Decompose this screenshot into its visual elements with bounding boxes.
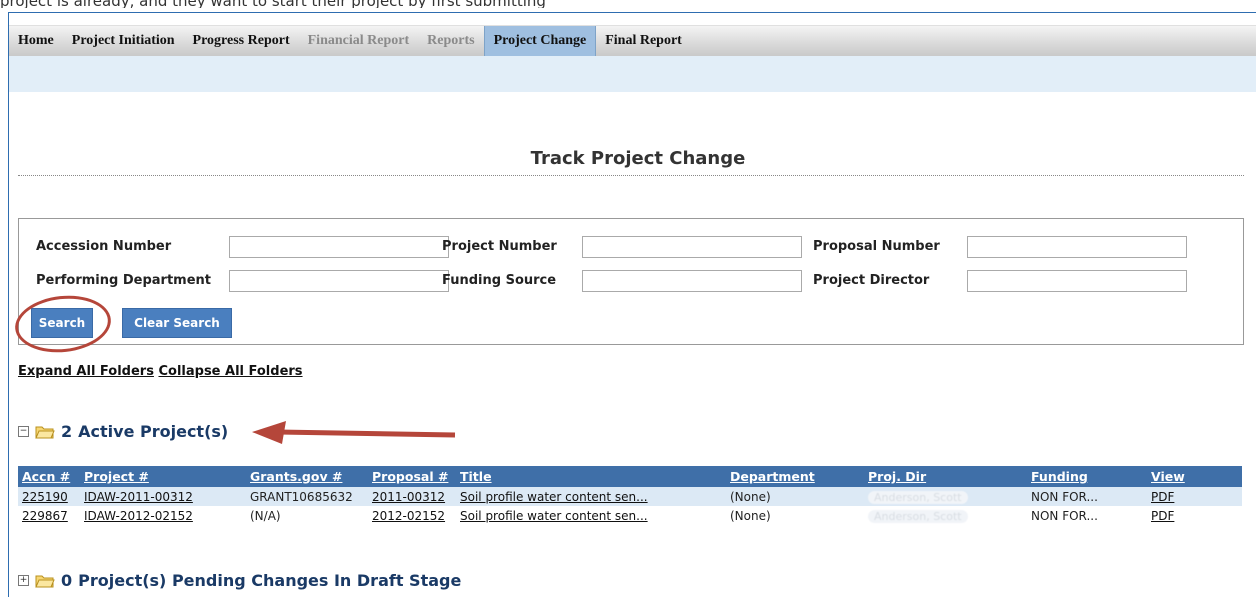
grants-cell: GRANT10685632 — [246, 487, 368, 506]
funding-cell: NON FOR... — [1027, 487, 1147, 506]
accession-number-input[interactable] — [229, 236, 449, 258]
table-row: 229867 IDAW-2012-02152 (N/A) 2012-02152 … — [18, 506, 1242, 525]
folder-icon — [35, 575, 55, 587]
nav-financial-report[interactable]: Financial Report — [299, 26, 419, 56]
project-director-redacted: Anderson, Scott — [868, 490, 968, 504]
projects-table: Accn # Project # Grants.gov # Proposal #… — [18, 466, 1242, 525]
col-projdir[interactable]: Proj. Dir — [864, 466, 1027, 487]
pending-projects-folder[interactable]: + 0 Project(s) Pending Changes In Draft … — [18, 571, 461, 590]
department-cell: (None) — [726, 506, 864, 525]
proposal-link[interactable]: 2012-02152 — [372, 509, 445, 523]
col-proposal[interactable]: Proposal # — [368, 466, 456, 487]
project-link[interactable]: IDAW-2011-00312 — [84, 490, 193, 504]
search-panel: Accession Number Project Number Proposal… — [18, 218, 1244, 345]
project-number-input[interactable] — [582, 236, 802, 258]
nav-final-report[interactable]: Final Report — [596, 26, 691, 56]
col-accn[interactable]: Accn # — [18, 466, 80, 487]
col-department[interactable]: Department — [726, 466, 864, 487]
pending-projects-count: 0 — [61, 571, 73, 590]
nav-reports[interactable]: Reports — [418, 26, 483, 56]
title-link[interactable]: Soil profile water content sen... — [460, 490, 648, 504]
col-project[interactable]: Project # — [80, 466, 246, 487]
page-title: Track Project Change — [530, 148, 746, 169]
pending-projects-label: Project(s) Pending Changes In Draft Stag… — [78, 571, 462, 590]
clear-search-button[interactable]: Clear Search — [122, 308, 232, 338]
proposal-number-input[interactable] — [967, 236, 1187, 258]
expand-toggle-icon[interactable]: + — [18, 575, 29, 586]
table-header-row: Accn # Project # Grants.gov # Proposal #… — [18, 466, 1242, 487]
nav-project-change[interactable]: Project Change — [483, 26, 597, 56]
pdf-link[interactable]: PDF — [1151, 490, 1174, 504]
project-director-label: Project Director — [813, 273, 930, 288]
col-title[interactable]: Title — [456, 466, 726, 487]
active-projects-folder[interactable]: − 2 Active Project(s) — [18, 422, 228, 441]
col-view[interactable]: View — [1147, 466, 1242, 487]
accession-number-label: Accession Number — [36, 239, 172, 254]
top-caption-text: project is already, and they want to sta… — [0, 0, 1256, 8]
collapse-all-folders-link[interactable]: Collapse All Folders — [158, 364, 302, 379]
proposal-link[interactable]: 2011-00312 — [372, 490, 445, 504]
folder-open-icon — [35, 426, 55, 438]
nav-project-initiation[interactable]: Project Initiation — [63, 26, 184, 56]
main-nav: Home Project Initiation Progress Report … — [9, 25, 1256, 56]
nav-home[interactable]: Home — [9, 26, 63, 56]
nav-progress-report[interactable]: Progress Report — [184, 26, 299, 56]
grants-cell: (N/A) — [246, 506, 368, 525]
collapse-toggle-icon[interactable]: − — [18, 426, 29, 437]
sub-nav-bar — [9, 56, 1256, 92]
funding-source-input[interactable] — [582, 270, 802, 292]
performing-department-input[interactable] — [229, 270, 449, 292]
col-grants[interactable]: Grants.gov # — [246, 466, 368, 487]
col-funding[interactable]: Funding — [1027, 466, 1147, 487]
funding-source-label: Funding Source — [442, 273, 557, 288]
funding-cell: NON FOR... — [1027, 506, 1147, 525]
project-director-redacted: Anderson, Scott — [868, 509, 968, 523]
project-number-label: Project Number — [442, 239, 557, 254]
expand-all-folders-link[interactable]: Expand All Folders — [18, 364, 154, 379]
title-link[interactable]: Soil profile water content sen... — [460, 509, 648, 523]
active-projects-label: Active Project(s) — [78, 422, 229, 441]
table-row: 225190 IDAW-2011-00312 GRANT10685632 201… — [18, 487, 1242, 506]
accn-link[interactable]: 229867 — [22, 509, 68, 523]
pdf-link[interactable]: PDF — [1151, 509, 1174, 523]
accn-link[interactable]: 225190 — [22, 490, 68, 504]
title-divider — [18, 175, 1244, 176]
project-director-input[interactable] — [967, 270, 1187, 292]
annotation-arrow — [252, 421, 456, 444]
department-cell: (None) — [726, 487, 864, 506]
folder-controls: Expand All Folders Collapse All Folders — [18, 364, 303, 379]
project-link[interactable]: IDAW-2012-02152 — [84, 509, 193, 523]
performing-department-label: Performing Department — [36, 273, 211, 288]
proposal-number-label: Proposal Number — [813, 239, 940, 254]
active-projects-count: 2 — [61, 422, 73, 441]
